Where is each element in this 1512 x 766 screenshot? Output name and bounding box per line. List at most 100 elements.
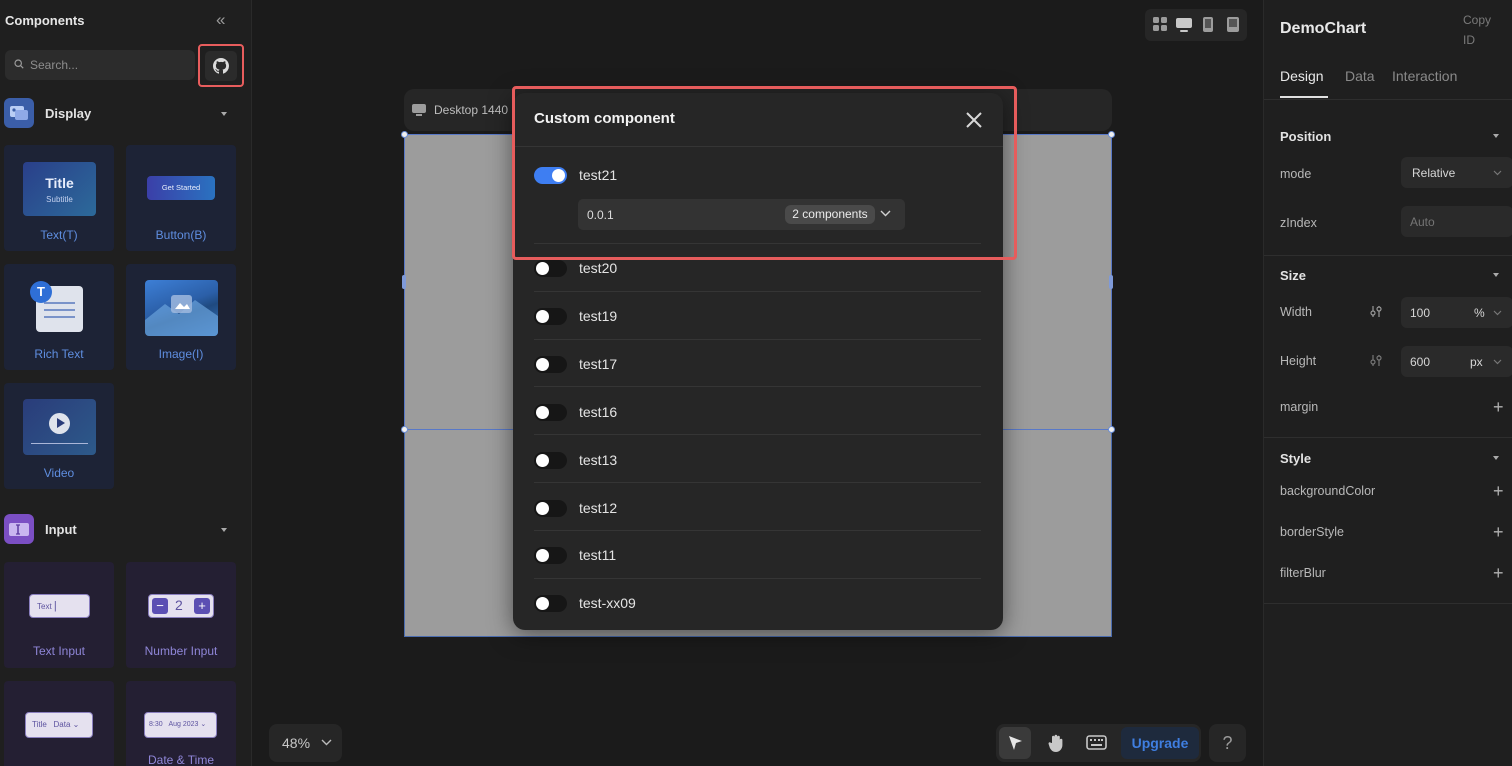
tab-data[interactable]: Data [1345, 68, 1375, 84]
section-divider [1264, 255, 1512, 256]
component-name: test17 [579, 356, 618, 372]
component-card-button[interactable]: Get Started Button(B) [126, 145, 236, 251]
sliders-icon[interactable] [1370, 305, 1382, 318]
size-collapse-icon[interactable] [1493, 273, 1499, 277]
tab-design[interactable]: Design [1280, 68, 1324, 84]
height-input[interactable]: 600 px [1401, 346, 1512, 377]
copy-id-button[interactable]: Copy ID [1463, 10, 1503, 50]
input-category-label[interactable]: Input [45, 522, 77, 537]
desktop-icon[interactable] [1175, 17, 1193, 33]
search-box[interactable] [5, 50, 195, 80]
tablet-icon[interactable] [1202, 16, 1214, 33]
expanded-row-highlight [512, 86, 1017, 260]
row-divider [534, 482, 981, 483]
component-card-video[interactable]: Video [4, 383, 114, 489]
resize-handle[interactable] [401, 131, 408, 138]
video-preview [23, 399, 96, 455]
number-input-preview: − 2 + [148, 594, 214, 618]
toggle-test-xx09[interactable] [534, 595, 567, 612]
resize-handle[interactable] [1109, 275, 1113, 289]
toggle-test12[interactable] [534, 500, 567, 517]
sliders-icon[interactable] [1370, 354, 1382, 367]
help-button[interactable]: ? [1209, 724, 1246, 762]
row-divider [534, 291, 981, 292]
row-divider [534, 434, 981, 435]
prop-label: zIndex [1280, 216, 1317, 230]
text-input-preview: Text | [29, 594, 90, 618]
mobile-icon[interactable] [1226, 16, 1240, 33]
style-collapse-icon[interactable] [1493, 456, 1499, 460]
component-card-text[interactable]: Title Subtitle Text(T) [4, 145, 114, 251]
resize-handle[interactable] [1108, 131, 1115, 138]
component-card-date-time[interactable]: 8:30 Aug 2023 ⌄ Date & Time [126, 681, 236, 766]
input-collapse-icon[interactable] [221, 528, 227, 532]
prop-label: margin [1280, 400, 1319, 414]
frame-label: Desktop 1440 [434, 103, 509, 117]
github-button-highlight[interactable] [198, 44, 244, 87]
text-preview: Title Subtitle [23, 162, 96, 216]
component-name: test19 [579, 308, 618, 324]
component-name: test12 [579, 500, 618, 516]
card-label: Text(T) [40, 228, 78, 242]
display-collapse-icon[interactable] [221, 112, 227, 116]
toggle-test16[interactable] [534, 404, 567, 421]
display-category-icon [4, 98, 34, 128]
row-divider [534, 339, 981, 340]
component-name: test-xx09 [579, 595, 636, 611]
section-position: Position [1280, 129, 1332, 144]
prop-label: backgroundColor [1280, 484, 1376, 498]
component-card-image[interactable]: Image(I) [126, 264, 236, 370]
collapse-sidebar-icon[interactable]: « [216, 10, 234, 30]
width-unit: % [1474, 306, 1485, 320]
resize-handle[interactable] [402, 275, 406, 289]
select-tool[interactable] [999, 727, 1031, 759]
prop-label: Width [1280, 305, 1312, 319]
toggle-test20[interactable] [534, 260, 567, 277]
image-preview [145, 280, 218, 336]
input-category-icon [4, 514, 34, 544]
component-name: test20 [579, 260, 618, 276]
mode-select[interactable]: Relative [1401, 157, 1512, 188]
add-margin-icon[interactable]: + [1493, 398, 1504, 416]
search-input[interactable] [30, 56, 190, 74]
position-collapse-icon[interactable] [1493, 134, 1499, 138]
component-name: test11 [579, 547, 617, 563]
card-label: Image(I) [158, 347, 204, 361]
github-button[interactable] [205, 51, 237, 81]
toggle-test11[interactable] [534, 547, 567, 564]
hand-icon[interactable] [1046, 733, 1066, 753]
cursor-icon [1009, 736, 1022, 750]
search-icon [14, 59, 24, 69]
inspector-panel: DemoChart Copy ID Design Data Interactio… [1263, 0, 1512, 766]
component-card-select[interactable]: Title Data ⌄ [4, 681, 114, 766]
components-sidebar: Components « Display Title Subtitle Text… [0, 0, 252, 766]
zindex-input[interactable] [1401, 206, 1512, 237]
width-input[interactable]: 100 % [1401, 297, 1512, 328]
sidebar-title: Components [5, 13, 85, 28]
add-filter-blur-icon[interactable]: + [1493, 564, 1504, 582]
section-size: Size [1280, 268, 1307, 283]
component-card-number-input[interactable]: − 2 + Number Input [126, 562, 236, 668]
component-card-rich-text[interactable]: T Rich Text [4, 264, 114, 370]
toggle-test13[interactable] [534, 452, 567, 469]
prop-label: borderStyle [1280, 525, 1344, 539]
toggle-test17[interactable] [534, 356, 567, 373]
resize-handle[interactable] [1108, 426, 1115, 433]
height-unit: px [1470, 355, 1483, 369]
upgrade-button[interactable]: Upgrade [1121, 727, 1199, 759]
display-category-label[interactable]: Display [45, 106, 91, 121]
toggle-test19[interactable] [534, 308, 567, 325]
resize-handle[interactable] [401, 426, 408, 433]
monitor-icon [412, 104, 426, 116]
card-label: Date & Time [147, 753, 215, 766]
component-card-text-input[interactable]: Text | Text Input [4, 562, 114, 668]
section-divider [1264, 437, 1512, 438]
grid-icon[interactable] [1153, 17, 1167, 31]
card-label: Video [43, 466, 75, 480]
keyboard-icon[interactable] [1086, 735, 1107, 750]
prop-label: mode [1280, 167, 1312, 181]
tab-interaction[interactable]: Interaction [1392, 68, 1457, 84]
add-border-style-icon[interactable]: + [1493, 523, 1504, 541]
zoom-control[interactable]: 48% [269, 724, 342, 762]
add-background-color-icon[interactable]: + [1493, 482, 1504, 500]
